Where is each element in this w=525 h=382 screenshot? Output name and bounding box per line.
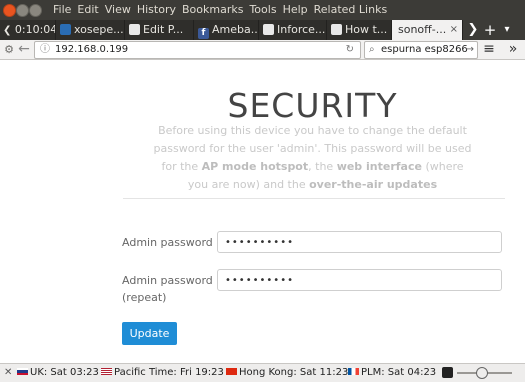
france-flag-icon <box>348 368 359 375</box>
status-bar: ✕ UK: Sat 03:23 Pacific Time: Fri 19:23 … <box>0 363 525 382</box>
admin-password-input[interactable]: •••••••••• <box>217 231 502 253</box>
info-icon[interactable]: ⓘ <box>40 42 50 58</box>
tab-edit-page[interactable]: Edit P... <box>125 20 194 40</box>
zoom-slider-handle-icon[interactable] <box>476 367 488 379</box>
reload-icon[interactable]: ↻ <box>346 42 354 58</box>
addon-icon[interactable] <box>442 367 453 378</box>
tab-label: Edit P... <box>143 23 184 36</box>
clock-pacific-label: Pacific Time: Fri 19:23 <box>114 367 224 378</box>
intro-ap-mode: AP mode hotspot <box>201 160 309 173</box>
clock-plm-label: PLM: Sat 04:23 <box>361 367 437 378</box>
tab-strip: ❮ 0:10:04 xosepe... Edit P... f Ameba... … <box>0 20 525 40</box>
page-favicon-icon <box>129 24 140 35</box>
admin-password-label: Admin password <box>122 236 213 249</box>
intro-text: Before using this device you have to cha… <box>150 122 475 194</box>
tab-label: xosepe... <box>74 23 124 36</box>
intro-ota: over-the-air updates <box>309 178 438 191</box>
tab-ameba[interactable]: f Ameba... <box>194 20 259 40</box>
tab-label: Inforce... <box>277 23 326 36</box>
tab-xosepe[interactable]: xosepe... <box>56 20 125 40</box>
menu-edit[interactable]: Edit <box>77 3 98 16</box>
window-titlebar: File Edit View History Bookmarks Tools H… <box>0 0 525 20</box>
tab-label: Ameba... <box>212 23 259 36</box>
identity-icon[interactable]: ⚙ <box>3 41 15 58</box>
window-minimize-button[interactable] <box>16 4 29 17</box>
tab-label: sonoff-... <box>398 23 447 36</box>
label-line-1: Admin password <box>122 274 213 287</box>
menu-bookmarks[interactable]: Bookmarks <box>182 3 243 16</box>
tab-close-icon[interactable]: × <box>450 20 458 40</box>
tab-list-dropdown-icon[interactable]: ▾ <box>500 20 514 40</box>
url-bar[interactable]: ⓘ 192.168.0.199 ↻ <box>34 41 361 59</box>
menu-help[interactable]: Help <box>283 3 308 16</box>
tab-scroll-left-icon[interactable]: ❮ <box>3 25 11 36</box>
tab-label: 0:10:04 <box>14 23 56 36</box>
search-input[interactable]: ⌕ espurna esp8266 → <box>364 41 478 59</box>
admin-password-repeat-input[interactable]: •••••••••• <box>217 269 502 291</box>
divider <box>123 198 505 199</box>
clock-hong-kong: Hong Kong: Sat 11:23 <box>226 364 348 382</box>
new-tab-button[interactable]: + <box>482 20 498 40</box>
page-favicon-icon <box>263 24 274 35</box>
menu-file[interactable]: File <box>53 3 71 16</box>
clock-uk: UK: Sat 03:23 <box>17 364 99 382</box>
search-icon: ⌕ <box>369 44 375 55</box>
close-statusbar-icon[interactable]: ✕ <box>4 364 12 382</box>
navigation-toolbar: ⚙ ← ⓘ 192.168.0.199 ↻ ⌕ espurna esp8266 … <box>0 40 525 60</box>
admin-password-repeat-label: Admin password (repeat) <box>122 272 213 306</box>
window-close-button[interactable] <box>3 4 16 17</box>
blue-favicon-icon <box>60 24 71 35</box>
search-text: espurna esp8266 <box>381 44 468 55</box>
hamburger-menu-icon[interactable]: ≡ <box>481 41 497 58</box>
overflow-chevron-icon[interactable]: » <box>505 41 521 58</box>
us-flag-icon <box>101 368 112 375</box>
hong-kong-flag-icon <box>226 368 237 375</box>
window-maximize-button[interactable] <box>29 4 42 17</box>
tab-scroll-right-icon[interactable]: ❯ <box>466 20 480 40</box>
tab-inforce[interactable]: Inforce... <box>259 20 327 40</box>
back-button[interactable]: ← <box>16 41 32 58</box>
tab-timer[interactable]: ❮ 0:10:04 <box>0 20 56 40</box>
clock-hong-kong-label: Hong Kong: Sat 11:23 <box>239 367 349 378</box>
menu-bar: File Edit View History Bookmarks Tools H… <box>53 3 387 16</box>
facebook-icon: f <box>198 28 209 39</box>
page-title: SECURITY <box>227 86 398 125</box>
tab-how-to[interactable]: How t... <box>327 20 392 40</box>
menu-view[interactable]: View <box>105 3 131 16</box>
page-favicon-icon <box>331 24 342 35</box>
menu-history[interactable]: History <box>137 3 176 16</box>
search-go-icon[interactable]: → <box>466 42 474 58</box>
clock-pacific: Pacific Time: Fri 19:23 <box>101 364 224 382</box>
intro-part-2: , the <box>308 160 334 173</box>
intro-web-interface: web interface <box>336 160 422 173</box>
clock-uk-label: UK: Sat 03:23 <box>30 367 99 378</box>
tab-sonoff-active[interactable]: sonoff-... × <box>392 20 463 40</box>
uk-flag-icon <box>17 368 28 375</box>
clock-plm: PLM: Sat 04:23 <box>348 364 436 382</box>
label-line-2: (repeat) <box>122 291 167 304</box>
url-text: 192.168.0.199 <box>55 44 129 55</box>
menu-related-links[interactable]: Related Links <box>314 3 388 16</box>
update-button[interactable]: Update <box>122 322 177 345</box>
tab-label: How t... <box>345 23 388 36</box>
menu-tools[interactable]: Tools <box>249 3 276 16</box>
